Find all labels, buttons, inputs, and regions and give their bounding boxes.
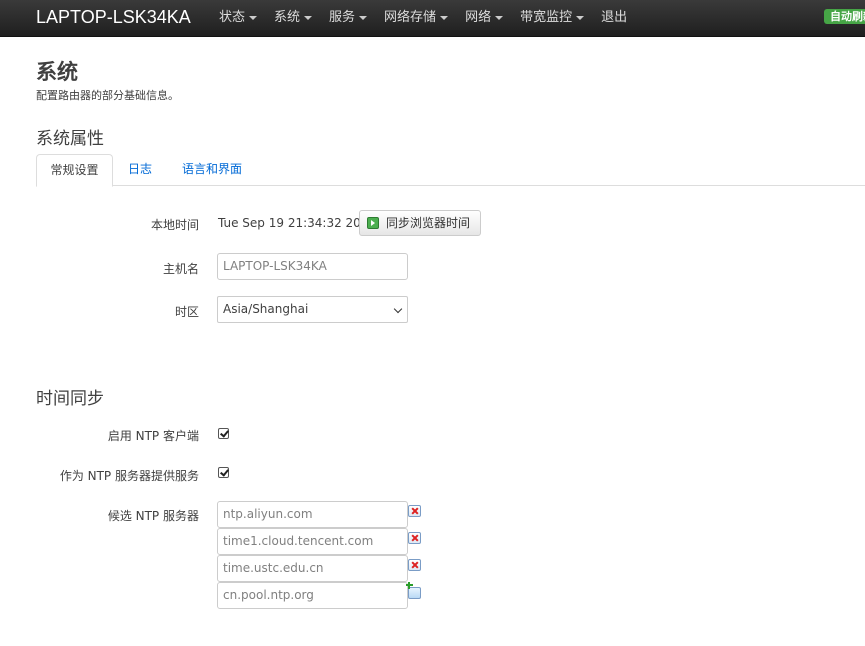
play-icon	[367, 217, 379, 229]
caret-down-icon	[576, 15, 585, 20]
serve-ntp-label: 作为 NTP 服务器提供服务	[59, 469, 199, 483]
caret-down-icon	[495, 15, 504, 20]
tab-general[interactable]: 常规设置	[36, 154, 113, 187]
ntp-servers-label: 候选 NTP 服务器	[107, 509, 199, 523]
tab-logging[interactable]: 日志	[128, 154, 152, 185]
remove-icon[interactable]	[408, 532, 421, 544]
ntp-server-input[interactable]: cn.pool.ntp.org	[217, 582, 408, 609]
local-time-label: 本地时间	[150, 218, 199, 232]
enable-ntp-client-label: 启用 NTP 客户端	[107, 429, 199, 443]
add-icon[interactable]	[406, 582, 421, 599]
menu-status[interactable]: 状态	[219, 0, 258, 36]
ntp-server-input[interactable]: time.ustc.edu.cn	[217, 555, 408, 582]
remove-icon[interactable]	[408, 505, 421, 517]
auto-refresh-badge[interactable]: 自动刷新	[824, 9, 865, 24]
menu-system[interactable]: 系统	[274, 0, 313, 36]
enable-ntp-client-checkbox[interactable]	[218, 428, 229, 439]
page-title: 系统	[36, 60, 78, 84]
remove-icon[interactable]	[408, 559, 421, 571]
timezone-label: 时区	[174, 305, 199, 319]
hostname-label: 主机名	[162, 262, 199, 276]
chevron-down-icon	[393, 304, 403, 314]
menu-logout[interactable]: 退出	[601, 0, 627, 36]
main-menu: 状态 系统 服务 网络存储 网络 带宽监控 退出	[219, 0, 644, 36]
ntp-server-input[interactable]: ntp.aliyun.com	[217, 501, 408, 528]
tab-language-ui[interactable]: 语言和界面	[182, 154, 242, 185]
menu-network[interactable]: 网络	[465, 0, 504, 36]
tab-bar: 常规设置 日志 语言和界面	[36, 154, 865, 187]
serve-ntp-checkbox[interactable]	[218, 467, 229, 478]
section-title-system-properties: 系统属性	[36, 129, 104, 149]
menu-nas[interactable]: 网络存储	[384, 0, 449, 36]
ntp-server-input[interactable]: time1.cloud.tencent.com	[217, 528, 408, 555]
menu-services[interactable]: 服务	[329, 0, 368, 36]
caret-down-icon	[359, 15, 368, 20]
caret-down-icon	[304, 15, 313, 20]
section-title-time-sync: 时间同步	[36, 389, 104, 409]
caret-down-icon	[440, 15, 449, 20]
menu-bandwidth-monitor[interactable]: 带宽监控	[520, 0, 585, 36]
page-description: 配置路由器的部分基础信息。	[36, 89, 179, 102]
brand-hostname[interactable]: LAPTOP-LSK34KA	[36, 6, 191, 28]
sync-browser-time-button[interactable]: 同步浏览器时间	[359, 210, 481, 236]
hostname-input[interactable]: LAPTOP-LSK34KA	[217, 253, 408, 280]
local-time-value: Tue Sep 19 21:34:32 2023	[218, 216, 377, 230]
top-navbar: LAPTOP-LSK34KA 状态 系统 服务 网络存储 网络 带宽监控 退出 …	[0, 0, 865, 37]
timezone-select[interactable]: Asia/Shanghai	[217, 296, 408, 323]
caret-down-icon	[249, 15, 258, 20]
